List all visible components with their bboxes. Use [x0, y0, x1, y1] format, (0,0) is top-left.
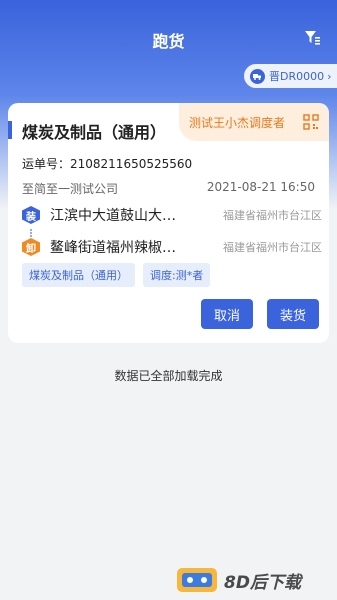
order-card: 煤炭及制品（通用） 测试王小杰调度者 运单号：2108211650525560 … — [8, 103, 329, 343]
order-datetime: 2021-08-21 16:50 — [206, 180, 315, 194]
unload-badge-icon: 卸 — [22, 238, 40, 256]
truck-icon — [250, 68, 265, 84]
dispatcher-tag: 测试王小杰调度者 — [179, 103, 329, 141]
dispatcher-tag-label: 调度:测*者 — [143, 263, 211, 287]
tag-list: 煤炭及制品（通用） 调度:测*者 — [22, 263, 211, 287]
unload-address: 鳌峰街道福州辣椒… — [50, 240, 176, 256]
load-badge-icon: 装 — [22, 206, 40, 224]
company-name: 至简至一测试公司 — [22, 182, 119, 196]
load-address: 江滨中大道鼓山大… — [50, 208, 176, 224]
dispatcher-name: 测试王小杰调度者 — [189, 115, 286, 130]
watermark: 8D后下载 — [176, 563, 336, 597]
filter-icon[interactable] — [303, 28, 321, 46]
waybill-number: 运单号：2108211650525560 — [22, 157, 193, 171]
watermark-text: 8D后下载 — [224, 572, 301, 593]
chevron-right-icon: › — [327, 69, 332, 83]
cargo-title: 煤炭及制品（通用） — [22, 123, 167, 142]
route-unload: 卸 鳌峰街道福州辣椒… 福建省福州市台江区 — [22, 236, 322, 258]
load-area: 福建省福州市台江区 — [223, 209, 322, 222]
plate-number: 晋DR0000 — [269, 70, 325, 83]
load-complete-status: 数据已全部加载完成 — [114, 369, 223, 383]
qr-code-icon[interactable] — [303, 114, 319, 130]
watermark-logo-icon — [177, 568, 217, 592]
page-title: 跑货 — [152, 32, 185, 51]
unload-area: 福建省福州市台江区 — [223, 241, 322, 254]
route-load: 装 江滨中大道鼓山大… 福建省福州市台江区 — [22, 204, 322, 226]
vehicle-plate-selector[interactable]: 晋DR0000 › — [244, 64, 337, 88]
cargo-tag: 煤炭及制品（通用） — [22, 263, 135, 287]
title-accent-bar — [8, 121, 12, 139]
cancel-button[interactable]: 取消 — [201, 299, 253, 329]
load-goods-button[interactable]: 装货 — [267, 299, 319, 329]
